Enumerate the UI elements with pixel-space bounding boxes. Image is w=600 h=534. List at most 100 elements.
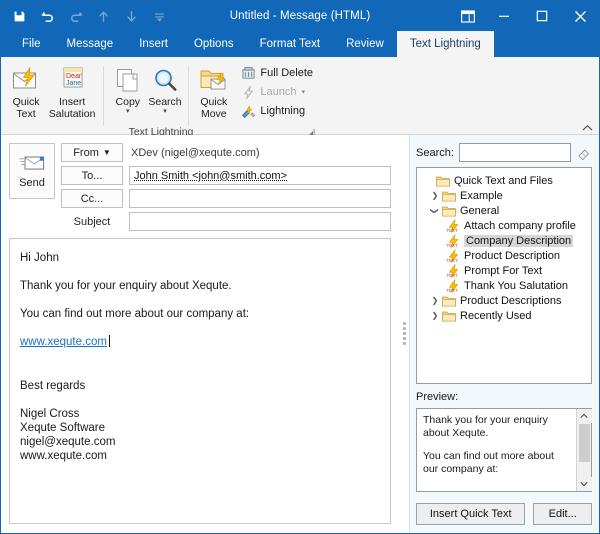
title-bar: Untitled - Message (HTML) xyxy=(1,1,599,31)
svg-text:TEXT: TEXT xyxy=(446,243,457,248)
insert-quick-text-button[interactable]: Insert Quick Text xyxy=(416,503,525,525)
search-dropdown-caret-icon[interactable]: ▾ xyxy=(163,109,167,115)
subject-input[interactable] xyxy=(129,212,391,231)
chevron-down-icon[interactable] xyxy=(577,477,592,491)
preview-scrollbar[interactable] xyxy=(576,409,591,491)
insert-salutation-label: Insert Salutation xyxy=(49,97,96,120)
minimize-icon[interactable] xyxy=(485,1,523,31)
svg-text:TEXT: TEXT xyxy=(446,273,457,278)
quick-text-icon xyxy=(11,64,41,96)
tab-insert[interactable]: Insert xyxy=(126,31,181,57)
ribbon-divider-2 xyxy=(188,66,189,126)
quick-text-label: Quick Text xyxy=(13,97,40,120)
folder-icon xyxy=(435,174,451,188)
preview-box: Thank you for your enquiry about Xequte.… xyxy=(416,408,592,492)
tab-options[interactable]: Options xyxy=(181,31,247,57)
chevron-right-icon[interactable]: ❯ xyxy=(429,190,441,202)
folder-open-icon xyxy=(441,204,457,218)
quick-text-item-icon: TEXT xyxy=(445,249,461,263)
body-signoff: Best regards xyxy=(20,379,380,393)
to-button[interactable]: To... xyxy=(61,166,123,185)
customize-quick-access-icon[interactable] xyxy=(151,8,168,25)
chevron-up-icon[interactable] xyxy=(577,409,592,423)
tree-node-root[interactable]: Quick Text and Files xyxy=(421,173,589,188)
to-row: To... John Smith <john@smith.com> xyxy=(61,166,391,185)
tree-node-label: Quick Text and Files xyxy=(454,175,553,187)
eraser-icon[interactable] xyxy=(576,145,592,161)
collapse-ribbon-icon[interactable] xyxy=(582,124,593,132)
edit-button[interactable]: Edit... xyxy=(533,503,592,525)
quick-text-item-icon: TEXT xyxy=(445,264,461,278)
window-controls xyxy=(451,1,599,31)
to-input[interactable]: John Smith <john@smith.com> xyxy=(129,166,391,185)
quick-move-button[interactable]: Quick Move xyxy=(195,61,232,120)
preview-label: Preview: xyxy=(416,391,592,403)
to-label: To... xyxy=(82,170,103,182)
tab-text-lightning[interactable]: Text Lightning xyxy=(397,31,494,57)
send-button[interactable]: Send xyxy=(9,143,55,199)
copy-icon xyxy=(115,64,141,96)
close-icon[interactable] xyxy=(561,1,599,31)
splitter-grip-icon xyxy=(403,322,406,345)
folder-icon xyxy=(441,294,457,308)
tree-node-general[interactable]: ❯ General xyxy=(421,203,589,218)
quick-text-item-icon: TEXT xyxy=(445,219,461,233)
tree-node-example[interactable]: ❯ Example xyxy=(421,188,589,203)
maximize-icon[interactable] xyxy=(523,1,561,31)
quick-text-button[interactable]: Quick Text xyxy=(5,61,47,120)
pane-splitter[interactable] xyxy=(399,135,409,532)
tree-node-recently-used[interactable]: ❯ Recently Used xyxy=(421,308,589,323)
quick-text-tree[interactable]: Quick Text and Files ❯ Example ❯ General xyxy=(416,167,592,384)
preview-text[interactable]: Thank you for your enquiry about Xequte.… xyxy=(417,409,576,491)
body-link[interactable]: www.xequte.com xyxy=(20,336,107,348)
message-body[interactable]: Hi John Thank you for your enquiry about… xyxy=(9,238,391,524)
body-line-1: Thank you for your enquiry about Xequte. xyxy=(20,279,380,293)
copy-dropdown-caret-icon[interactable]: ▾ xyxy=(126,109,130,115)
svg-text:Dear: Dear xyxy=(66,73,82,80)
tab-message[interactable]: Message xyxy=(54,31,127,57)
signature-block: Best regards Nigel Cross Xequte Software… xyxy=(20,379,380,463)
cc-button[interactable]: Cc... xyxy=(61,189,123,208)
tree-node-product-description[interactable]: TEXT Product Description xyxy=(421,248,589,263)
tree-node-attach-company-profile[interactable]: TEXT Attach company profile xyxy=(421,218,589,233)
arrow-down-icon xyxy=(123,8,140,25)
tree-node-label: Product Descriptions xyxy=(460,295,562,307)
folder-icon xyxy=(441,189,457,203)
ribbon-tab-strip: File Message Insert Options Format Text … xyxy=(1,31,599,57)
to-value: John Smith <john@smith.com> xyxy=(134,170,287,182)
tree-node-thank-you-salutation[interactable]: TEXT Thank You Salutation xyxy=(421,278,589,293)
from-row: From ▼ XDev (nigel@xequte.com) xyxy=(61,143,391,162)
cc-input[interactable] xyxy=(129,189,391,208)
ribbon-display-options-icon[interactable] xyxy=(451,1,485,31)
tree-node-prompt-for-text[interactable]: TEXT Prompt For Text xyxy=(421,263,589,278)
copy-button[interactable]: Copy ▾ xyxy=(110,61,146,115)
folder-icon xyxy=(441,309,457,323)
chevron-right-icon[interactable]: ❯ xyxy=(429,310,441,322)
tree-expander xyxy=(423,175,435,187)
launch-label: Launch xyxy=(260,86,296,98)
tree-node-company-description[interactable]: TEXT Company Description xyxy=(421,233,589,248)
save-icon[interactable] xyxy=(11,8,28,25)
launch-dropdown-caret-icon: ▾ xyxy=(302,88,306,96)
cc-row: Cc... xyxy=(61,189,391,208)
insert-salutation-button[interactable]: Dear Jane Insert Salutation xyxy=(47,61,97,120)
search-input[interactable] xyxy=(459,143,571,162)
full-delete-label: Full Delete xyxy=(260,67,313,79)
tab-file[interactable]: File xyxy=(9,31,54,57)
panel-button-row: Insert Quick Text Edit... xyxy=(416,503,592,525)
search-button[interactable]: Search ▾ xyxy=(146,61,185,115)
chevron-right-icon[interactable]: ❯ xyxy=(429,295,441,307)
from-button[interactable]: From ▼ xyxy=(61,143,123,162)
full-delete-button[interactable]: Full Delete xyxy=(236,64,317,82)
tab-format-text[interactable]: Format Text xyxy=(247,31,334,57)
quick-move-icon xyxy=(199,64,229,96)
signature-email: nigel@xequte.com xyxy=(20,435,380,449)
undo-icon[interactable] xyxy=(39,8,56,25)
ribbon: Quick Text Dear Jane Insert Salutation xyxy=(1,57,599,135)
tree-node-label: Example xyxy=(460,190,503,202)
scrollbar-thumb[interactable] xyxy=(579,424,590,462)
tab-review[interactable]: Review xyxy=(333,31,397,57)
lightning-button[interactable]: Lightning xyxy=(236,102,317,120)
chevron-down-icon[interactable]: ❯ xyxy=(429,205,441,217)
tree-node-product-descriptions[interactable]: ❯ Product Descriptions xyxy=(421,293,589,308)
